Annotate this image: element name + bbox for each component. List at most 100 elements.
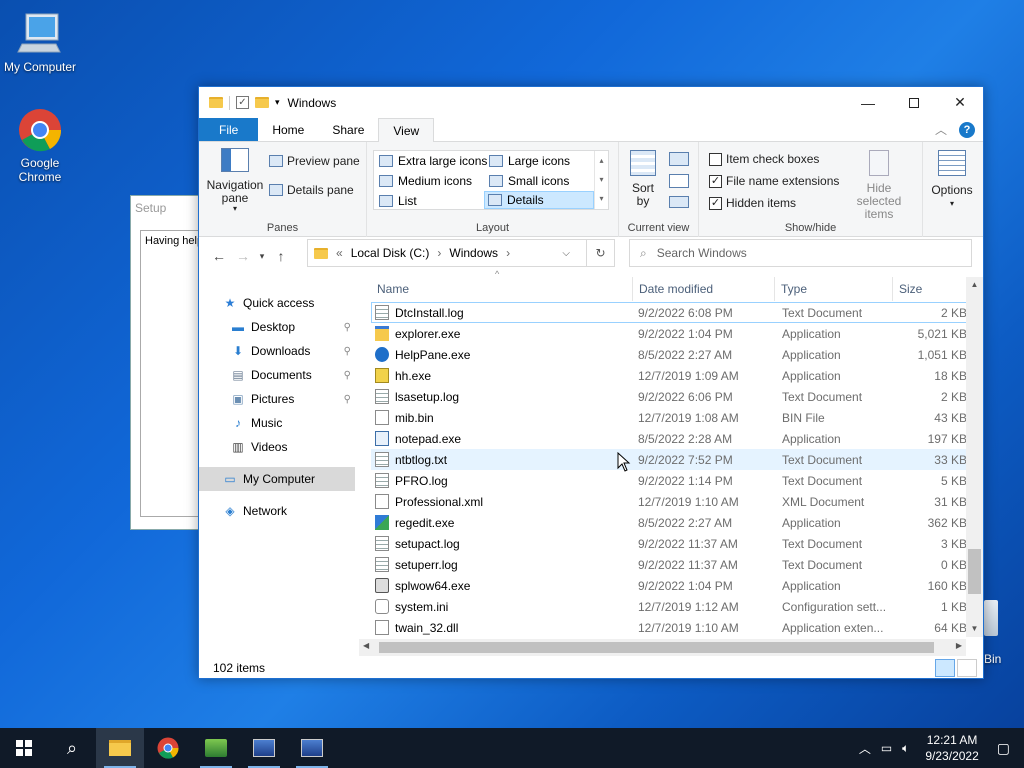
group-by-button[interactable] <box>669 152 689 166</box>
search-input[interactable]: Search Windows <box>657 246 747 260</box>
horizontal-scroll-thumb[interactable] <box>379 642 934 653</box>
file-row[interactable]: lsasetup.log 9/2/2022 6:06 PM Text Documen… <box>371 386 971 407</box>
search-box[interactable]: ⌕ Search Windows <box>629 239 972 267</box>
customize-quick-access-icon[interactable]: ▾ <box>275 97 280 108</box>
file-row[interactable]: setupact.log 9/2/2022 11:37 AM Text Docume… <box>371 533 971 554</box>
details-view-button[interactable] <box>935 659 955 677</box>
layout-small-icons[interactable]: Small icons <box>486 172 572 190</box>
file-row[interactable]: twain_32.dll 12/7/2019 1:10 AM Application… <box>371 617 971 638</box>
taskbar-file-explorer[interactable] <box>96 728 144 768</box>
hide-selected-items-button[interactable]: Hide selected items <box>843 150 915 221</box>
file-row[interactable]: DtcInstall.log 9/2/2022 6:08 PM Text Docum… <box>371 302 971 323</box>
collapse-ribbon-icon[interactable]: ︿ <box>935 121 947 138</box>
column-header-date[interactable]: Date modified <box>633 277 775 301</box>
column-header-size[interactable]: Size <box>893 277 967 301</box>
minimize-button[interactable]: — <box>845 87 891 118</box>
address-bar[interactable]: « Local Disk (C:) › Windows › ⌵ ↻ <box>307 239 615 267</box>
breadcrumb-local-disk[interactable]: Local Disk (C:) <box>351 246 430 260</box>
new-folder-icon[interactable] <box>255 97 269 108</box>
clock[interactable]: 12:21 AM 9/23/2022 <box>915 732 988 764</box>
chevron-right-icon[interactable]: › <box>506 246 510 260</box>
nav-item-my-computer[interactable]: ▭ My Computer <box>199 467 355 491</box>
file-row[interactable]: setuperr.log 9/2/2022 11:37 AM Text Docume… <box>371 554 971 575</box>
hidden-items-toggle[interactable]: ✓ Hidden items <box>709 196 796 210</box>
scroll-up-icon[interactable]: ▲ <box>966 277 983 293</box>
search-button[interactable]: ⌕ <box>48 728 96 768</box>
refresh-button[interactable]: ↻ <box>586 240 614 266</box>
nav-item-music[interactable]: ♪ Music <box>199 411 355 435</box>
notifications-icon[interactable]: ▢ <box>989 740 1024 757</box>
tab-home[interactable]: Home <box>258 118 318 141</box>
file-row[interactable]: system.ini 12/7/2019 1:12 AM Configuration… <box>371 596 971 617</box>
layout-scroll[interactable]: ▴ ▾ ▾ <box>594 151 608 209</box>
volume-muted-icon[interactable]: 🔈︎ <box>896 741 915 756</box>
sort-by-button[interactable]: Sort by <box>625 150 661 208</box>
taskbar-app-1[interactable] <box>192 728 240 768</box>
file-row[interactable]: notepad.exe 8/5/2022 2:28 AM Application 19… <box>371 428 971 449</box>
nav-item-network[interactable]: ◈ Network <box>199 499 355 523</box>
nav-item-videos[interactable]: ▥ Videos <box>199 435 355 459</box>
nav-item-quick-access[interactable]: ★ Quick access <box>199 291 355 315</box>
desktop-icon-my-computer[interactable]: My Computer <box>0 10 80 74</box>
start-button[interactable] <box>0 728 48 768</box>
nav-item-desktop[interactable]: ▬ Desktop ⚲ <box>199 315 355 339</box>
forward-button[interactable]: → <box>231 248 255 264</box>
nav-item-pictures[interactable]: ▣ Pictures ⚲ <box>199 387 355 411</box>
file-row[interactable]: splwow64.exe 9/2/2022 1:04 PM Application 1… <box>371 575 971 596</box>
details-pane-button[interactable]: Details pane <box>269 183 354 197</box>
address-dropdown-icon[interactable]: ⌵ <box>562 248 578 259</box>
up-button[interactable]: ↑ <box>269 248 293 264</box>
chevron-right-icon[interactable]: › <box>437 246 441 260</box>
file-row[interactable]: hh.exe 12/7/2019 1:09 AM Application 18 KB <box>371 365 971 386</box>
layout-medium-icons[interactable]: Medium icons <box>376 172 475 190</box>
explorer-window[interactable]: ✓ ▾ Windows — ✕ File Home Share View ︿ ?… <box>198 86 984 679</box>
maximize-button[interactable] <box>891 87 937 118</box>
file-name-extensions-toggle[interactable]: ✓ File name extensions <box>709 174 839 188</box>
show-hidden-icons-icon[interactable]: ︿ <box>853 740 877 757</box>
help-icon[interactable]: ? <box>959 121 975 138</box>
scroll-left-icon[interactable]: ◀ <box>363 641 369 650</box>
preview-pane-button[interactable]: Preview pane <box>269 154 360 168</box>
size-columns-button[interactable] <box>669 196 689 208</box>
desktop-icon-recycle-bin[interactable]: Bin <box>984 600 1024 670</box>
file-row[interactable]: explorer.exe 9/2/2022 1:04 PM Application 5… <box>371 323 971 344</box>
layout-details[interactable]: Details <box>484 191 594 209</box>
properties-icon[interactable]: ✓ <box>236 96 249 109</box>
tab-share[interactable]: Share <box>318 118 378 141</box>
options-button[interactable]: Options ▾ <box>927 150 977 210</box>
file-row[interactable]: ntbtlog.txt 9/2/2022 7:52 PM Text Document… <box>371 449 971 470</box>
vertical-scrollbar[interactable]: ▲ ▼ <box>966 277 983 637</box>
item-check-boxes-toggle[interactable]: Item check boxes <box>709 152 819 166</box>
layout-extra-large-icons[interactable]: Extra large icons <box>376 152 490 170</box>
file-row[interactable]: HelpPane.exe 8/5/2022 2:27 AM Application 1… <box>371 344 971 365</box>
close-button[interactable]: ✕ <box>937 87 983 118</box>
vertical-scroll-thumb[interactable] <box>968 549 981 594</box>
nav-item-documents[interactable]: ▤ Documents ⚲ <box>199 363 355 387</box>
file-row[interactable]: mib.bin 12/7/2019 1:08 AM BIN File 43 KB <box>371 407 971 428</box>
tab-view[interactable]: View <box>378 118 435 142</box>
network-status-icon[interactable]: ▭ <box>877 741 896 755</box>
column-header-name[interactable]: Name <box>371 277 633 301</box>
large-icons-view-button[interactable] <box>957 659 977 677</box>
file-row[interactable]: Professional.xml 12/7/2019 1:10 AM XML Doc… <box>371 491 971 512</box>
scroll-down-icon[interactable]: ▼ <box>966 621 983 637</box>
file-row[interactable]: regedit.exe 8/5/2022 2:27 AM Application 36… <box>371 512 971 533</box>
breadcrumb-overflow-icon[interactable]: « <box>336 246 343 260</box>
taskbar-app-3[interactable] <box>288 728 336 768</box>
navigation-pane-button[interactable]: Navigation pane ▾ <box>205 148 265 213</box>
column-header-type[interactable]: Type <box>775 277 893 301</box>
tab-file[interactable]: File <box>199 118 259 141</box>
back-button[interactable]: ← <box>207 248 231 264</box>
add-columns-button[interactable] <box>669 174 689 188</box>
horizontal-scrollbar[interactable]: ◀ ▶ <box>359 639 966 656</box>
nav-item-downloads[interactable]: ⬇ Downloads ⚲ <box>199 339 355 363</box>
desktop-icon-google-chrome[interactable]: Google Chrome <box>0 106 80 184</box>
taskbar-chrome[interactable] <box>144 728 192 768</box>
scroll-right-icon[interactable]: ▶ <box>956 641 962 650</box>
recent-locations-icon[interactable]: ▾ <box>255 251 269 262</box>
layout-large-icons[interactable]: Large icons <box>486 152 573 170</box>
layout-list[interactable]: List <box>376 192 420 210</box>
taskbar-app-2[interactable] <box>240 728 288 768</box>
file-row[interactable]: PFRO.log 9/2/2022 1:14 PM Text Document 5 K… <box>371 470 971 491</box>
breadcrumb-windows[interactable]: Windows <box>449 246 498 260</box>
